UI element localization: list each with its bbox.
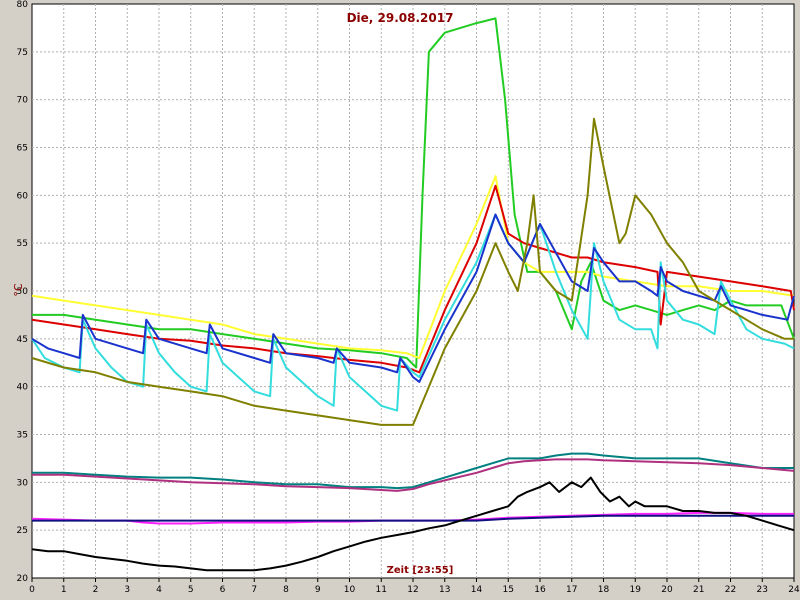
- y-tick-label: 60: [17, 191, 29, 201]
- x-tick-label: 3: [124, 585, 130, 595]
- y-tick-label: 75: [17, 48, 28, 58]
- x-tick-label: 18: [598, 585, 610, 595]
- x-tick-label: 15: [503, 585, 514, 595]
- x-tick-label: 17: [566, 585, 577, 595]
- y-tick-label: 65: [17, 144, 28, 154]
- y-tick-label: 70: [17, 96, 29, 106]
- x-tick-label: 4: [156, 585, 162, 595]
- x-tick-label: 22: [725, 585, 736, 595]
- x-tick-label: 12: [407, 585, 418, 595]
- x-tick-label: 19: [630, 585, 642, 595]
- x-tick-label: 10: [344, 585, 356, 595]
- temperature-chart: 20253035404550556065707580 0 1 2 3 4 5 6 7 8 9 10 1…: [12, 0, 800, 595]
- x-tick-label: 2: [93, 585, 99, 595]
- x-tick-label: 7: [251, 585, 257, 595]
- x-tick-label: 1: [61, 585, 67, 595]
- y-tick-label: 25: [17, 526, 28, 536]
- x-tick-label: 0: [29, 585, 35, 595]
- x-tick-label: 20: [661, 585, 673, 595]
- y-tick-label: 40: [17, 383, 29, 393]
- x-tick-label: 8: [283, 585, 289, 595]
- y-tick-label: 20: [17, 574, 29, 584]
- x-tick-label: 24: [788, 585, 800, 595]
- x-tick-label: 21: [693, 585, 704, 595]
- x-tick-label: 6: [220, 585, 226, 595]
- x-tick-label: 14: [471, 585, 483, 595]
- x-tick-labels: 0 1 2 3 4 5 6 7 8 9 10 11 12 13 14 15 16 17 18 19 20 21 22 23 24: [29, 578, 800, 595]
- x-tick-label: 9: [315, 585, 321, 595]
- y-tick-label: 55: [17, 239, 28, 249]
- chart-title: Die, 29.08.2017: [347, 11, 454, 25]
- x-tick-label: 5: [188, 585, 194, 595]
- x-tick-label: 11: [376, 585, 387, 595]
- y-tick-label: 35: [17, 431, 28, 441]
- y-tick-label: 45: [17, 335, 28, 345]
- x-tick-label: 13: [439, 585, 450, 595]
- x-tick-label: 23: [757, 585, 768, 595]
- x-tick-label: 16: [534, 585, 546, 595]
- y-axis-label: °C: [12, 283, 25, 297]
- x-axis-label: Zeit [23:55]: [387, 565, 454, 576]
- y-tick-label: 30: [17, 478, 29, 488]
- y-tick-label: 80: [17, 0, 29, 10]
